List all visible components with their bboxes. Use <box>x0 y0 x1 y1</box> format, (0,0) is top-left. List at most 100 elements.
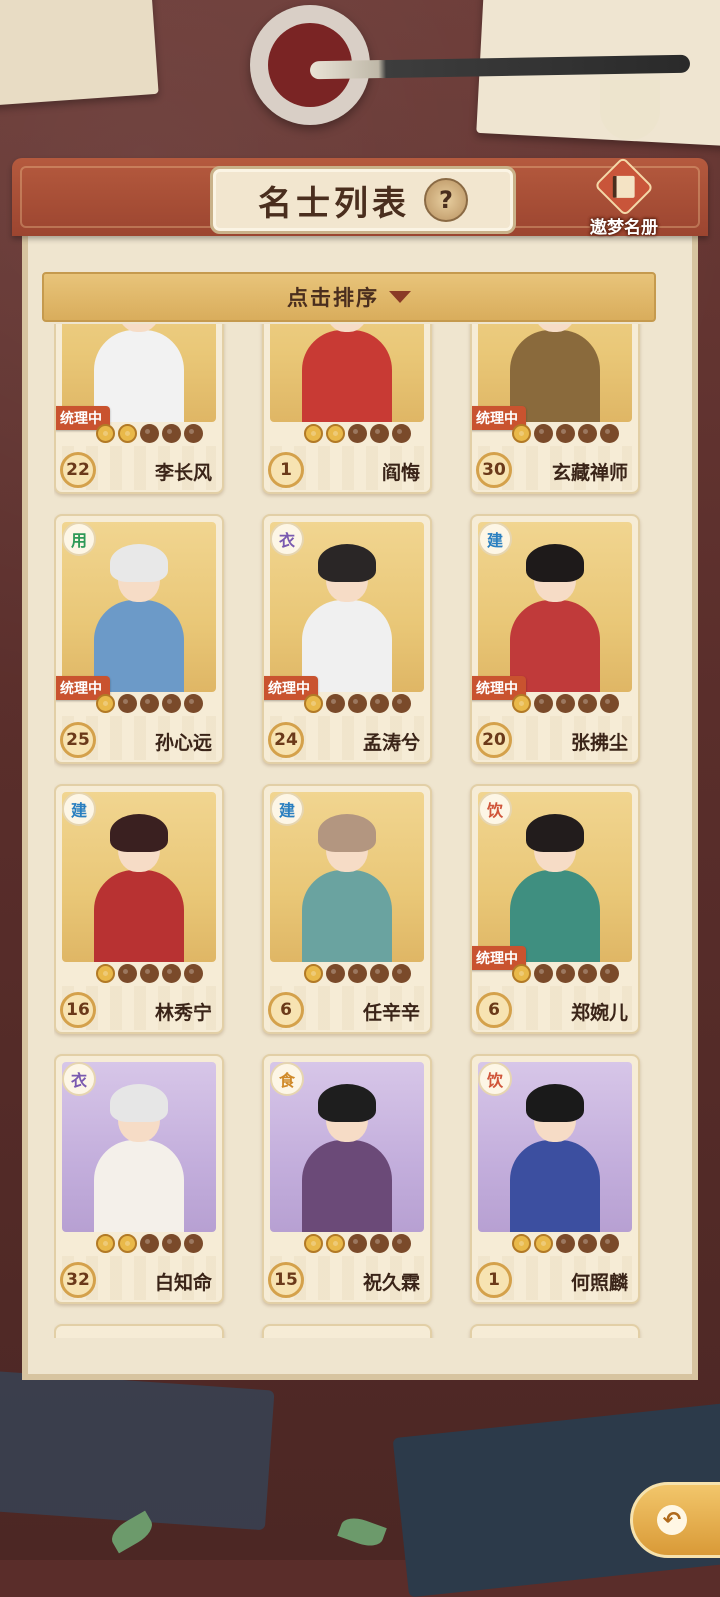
level-badge: 20 <box>476 722 512 758</box>
scholar-card[interactable]: 统理中 30 玄藏禅师 <box>470 324 640 494</box>
scholar-name: 何照麟 <box>570 1272 628 1294</box>
title-plaque: 名士列表 ? <box>210 166 516 234</box>
star-icon <box>96 1234 115 1253</box>
scholar-card[interactable]: 衣统理中 24 孟涛兮 <box>262 514 432 764</box>
star-rating <box>304 694 411 713</box>
scholar-card[interactable]: 用统理中 25 孙心远 <box>54 514 224 764</box>
level-badge: 1 <box>476 1262 512 1298</box>
star-icon <box>118 1234 137 1253</box>
scholar-card[interactable]: 建 16 林秀宁 <box>54 784 224 1034</box>
character-figure <box>302 544 392 692</box>
scholar-card[interactable]: 统理中 22 李长风 <box>54 324 224 494</box>
star-icon <box>326 1234 345 1253</box>
star-icon <box>370 694 389 713</box>
scholar-card[interactable] <box>470 1324 640 1338</box>
help-button[interactable]: ? <box>424 178 468 222</box>
scholar-card[interactable] <box>54 1324 224 1338</box>
level-badge: 1 <box>268 452 304 488</box>
sort-button[interactable]: 点击排序 <box>42 272 656 322</box>
star-icon <box>304 1234 323 1253</box>
star-rating <box>512 694 619 713</box>
star-icon <box>184 1234 203 1253</box>
star-icon <box>304 694 323 713</box>
character-figure <box>94 814 184 962</box>
character-figure <box>302 814 392 962</box>
scholar-name: 阎悔 <box>381 462 420 484</box>
scholar-list-panel: 名士列表 ? 遨梦名册 点击排序 统理中 22 李长风 1 阎悔 统理中 30 玄藏禅师用统理… <box>12 156 708 1380</box>
role-badge: 饮 <box>478 792 512 826</box>
star-rating <box>512 1234 619 1253</box>
star-icon <box>512 1234 531 1253</box>
level-badge: 16 <box>60 992 96 1028</box>
scholar-card[interactable]: 建统理中 20 张拂尘 <box>470 514 640 764</box>
role-badge: 建 <box>270 792 304 826</box>
scholar-name: 玄藏禅师 <box>551 462 628 484</box>
scholar-card[interactable]: 建 6 任辛辛 <box>262 784 432 1034</box>
level-badge: 30 <box>476 452 512 488</box>
star-icon <box>556 424 575 443</box>
star-icon <box>184 964 203 983</box>
star-icon <box>578 424 597 443</box>
character-figure <box>510 1084 600 1232</box>
role-badge: 建 <box>478 522 512 556</box>
sort-label: 点击排序 <box>287 286 379 310</box>
star-icon <box>304 424 323 443</box>
star-icon <box>326 424 345 443</box>
star-icon <box>118 964 137 983</box>
star-icon <box>600 424 619 443</box>
star-icon <box>162 1234 181 1253</box>
star-icon <box>512 694 531 713</box>
scholar-card[interactable]: 食 15 祝久霖 <box>262 1054 432 1304</box>
caret-down-icon <box>389 291 411 303</box>
star-icon <box>162 424 181 443</box>
scholar-card[interactable]: 饮统理中 6 郑婉儿 <box>470 784 640 1034</box>
question-icon: ? <box>439 186 453 214</box>
scholar-card[interactable]: 1 阎悔 <box>262 324 432 494</box>
scholar-card[interactable] <box>262 1324 432 1338</box>
star-icon <box>140 424 159 443</box>
star-icon <box>96 424 115 443</box>
star-rating <box>96 964 203 983</box>
scholar-card[interactable]: 衣 32 白知命 <box>54 1054 224 1304</box>
role-badge: 食 <box>270 1062 304 1096</box>
role-badge: 饮 <box>478 1062 512 1096</box>
star-icon <box>348 1234 367 1253</box>
star-icon <box>392 964 411 983</box>
role-badge: 衣 <box>270 522 304 556</box>
star-icon <box>96 694 115 713</box>
star-rating <box>512 424 619 443</box>
star-rating <box>304 1234 411 1253</box>
back-button[interactable]: ↶ <box>630 1482 720 1558</box>
dream-book-label: 遨梦名册 <box>590 218 658 238</box>
star-icon <box>326 964 345 983</box>
level-badge: 6 <box>476 992 512 1028</box>
star-icon <box>534 964 553 983</box>
star-icon <box>304 964 323 983</box>
level-badge: 24 <box>268 722 304 758</box>
star-icon <box>140 694 159 713</box>
star-rating <box>512 964 619 983</box>
back-arrow-icon: ↶ <box>657 1505 687 1535</box>
level-badge: 6 <box>268 992 304 1028</box>
star-icon <box>118 694 137 713</box>
star-icon <box>578 1234 597 1253</box>
scholar-portrait <box>270 324 424 422</box>
level-badge: 22 <box>60 452 96 488</box>
scholar-grid[interactable]: 统理中 22 李长风 1 阎悔 统理中 30 玄藏禅师用统理中 25 孙心远衣统理中 24 孟涛兮建统… <box>54 324 668 1338</box>
dream-book-button[interactable]: 遨梦名册 <box>584 156 664 238</box>
level-badge: 25 <box>60 722 96 758</box>
star-icon <box>556 1234 575 1253</box>
star-icon <box>370 424 389 443</box>
star-icon <box>392 1234 411 1253</box>
book-icon <box>593 156 655 217</box>
character-figure <box>510 814 600 962</box>
tassel-decoration <box>600 80 660 140</box>
star-icon <box>512 424 531 443</box>
star-icon <box>556 694 575 713</box>
star-rating <box>304 424 411 443</box>
scholar-name: 孙心远 <box>154 732 212 754</box>
star-icon <box>118 424 137 443</box>
scholar-card[interactable]: 饮 1 何照麟 <box>470 1054 640 1304</box>
star-icon <box>556 964 575 983</box>
star-rating <box>96 694 203 713</box>
